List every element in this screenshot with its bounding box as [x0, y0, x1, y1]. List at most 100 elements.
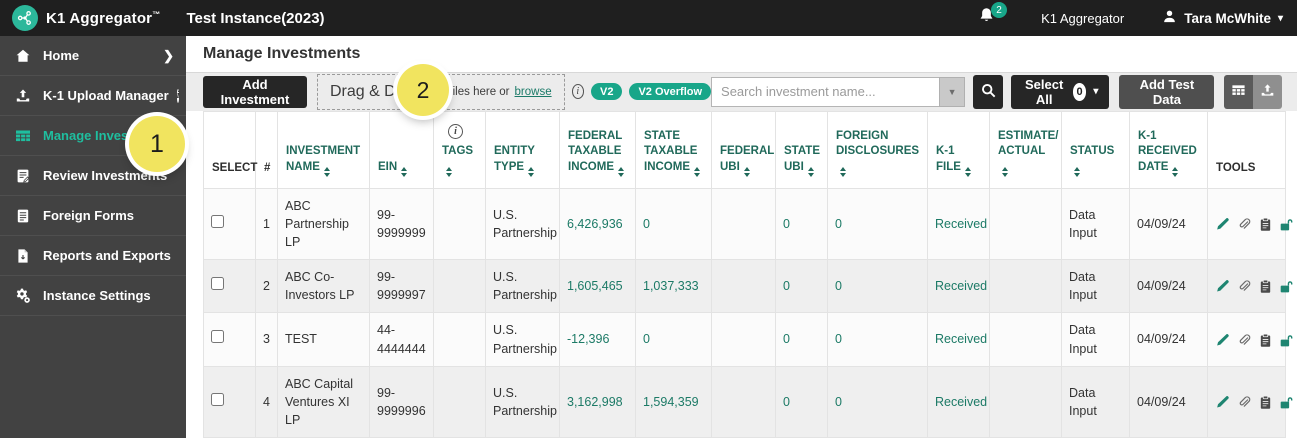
unlock-icon[interactable]: [1279, 333, 1294, 348]
edit-pencil-icon[interactable]: [1215, 333, 1230, 348]
cell-state-ubi: 0: [775, 259, 828, 314]
sort-icon[interactable]: [1002, 167, 1008, 177]
sort-icon[interactable]: [528, 167, 534, 177]
upload-view-button[interactable]: [1253, 74, 1282, 109]
col-header-federal-ubi[interactable]: FEDERAL UBI: [711, 110, 776, 189]
notification-count-badge: 2: [991, 2, 1008, 18]
col-header-ein[interactable]: EIN: [369, 110, 434, 189]
col-header-tags[interactable]: i TAGS: [433, 110, 486, 189]
add-test-data-button[interactable]: Add Test Data: [1119, 74, 1215, 109]
cell-federal-ubi: [711, 312, 776, 367]
clipboard-icon[interactable]: [1258, 279, 1273, 294]
attachment-paperclip-icon[interactable]: [1236, 395, 1251, 410]
table-grid-icon: [14, 127, 31, 144]
user-menu[interactable]: Tara McWhite ▾: [1162, 9, 1283, 27]
sort-icon[interactable]: [446, 167, 452, 177]
row-select-checkbox[interactable]: [211, 330, 224, 344]
cell-federal-taxable-income: 3,162,998: [559, 365, 636, 438]
cell-entity-type: U.S. Partnership: [485, 187, 560, 261]
attachment-paperclip-icon[interactable]: [1236, 279, 1251, 294]
attachment-paperclip-icon[interactable]: [1236, 333, 1251, 348]
add-investment-button[interactable]: Add Investment: [203, 75, 307, 108]
col-header-estimate-actual[interactable]: ESTIMATE/ ACTUAL: [989, 110, 1062, 189]
upload-tray-icon: [14, 87, 31, 104]
sidebar-item-foreign-forms[interactable]: Foreign Forms: [0, 196, 186, 236]
info-icon[interactable]: i: [571, 84, 584, 100]
cell-tags: [433, 312, 486, 367]
gear-icon: [14, 287, 31, 304]
col-header-foreign-disclosures[interactable]: FOREIGN DISCLOSURES: [827, 110, 928, 189]
notifications-button[interactable]: 2: [978, 2, 1008, 29]
cell-estimate-actual: [989, 187, 1062, 261]
browse-link[interactable]: browse: [515, 86, 552, 98]
select-all-button[interactable]: Select All 0 ▾: [1011, 74, 1110, 109]
investments-table: SELECT # INVESTMENT NAME EIN i TAGS ENTI…: [203, 110, 1293, 438]
sort-icon[interactable]: [401, 167, 407, 177]
sort-icon[interactable]: [965, 167, 971, 177]
clipboard-icon[interactable]: [1258, 333, 1273, 348]
clipboard-icon[interactable]: [1258, 395, 1273, 410]
edit-pencil-icon[interactable]: [1215, 279, 1230, 294]
sort-icon[interactable]: [840, 167, 846, 177]
cell-k1-file[interactable]: Received: [927, 312, 990, 367]
page-title: Manage Investments: [203, 44, 361, 62]
cell-entity-type: U.S. Partnership: [485, 259, 560, 314]
cell-k1-file[interactable]: Received: [927, 259, 990, 314]
sort-icon[interactable]: [1172, 167, 1178, 177]
cell-ein: 99-9999999: [369, 187, 434, 261]
search-input[interactable]: [711, 76, 940, 107]
edit-pencil-icon[interactable]: [1215, 217, 1230, 232]
unlock-icon[interactable]: [1279, 217, 1294, 232]
row-select-checkbox[interactable]: [211, 392, 224, 406]
cell-ein: 99-9999996: [369, 365, 434, 438]
col-header-investment-name[interactable]: INVESTMENT NAME: [277, 110, 370, 189]
clipboard-icon[interactable]: [1258, 217, 1273, 232]
col-header-k1-file[interactable]: K-1 FILE: [927, 110, 990, 189]
investments-table-band: SELECT # INVESTMENT NAME EIN i TAGS ENTI…: [186, 110, 1297, 438]
sort-icon[interactable]: [1074, 167, 1080, 177]
chevron-right-icon: ❯: [163, 47, 174, 63]
cell-investment-name: TEST: [277, 312, 370, 367]
sidebar-item-k1-upload-manager[interactable]: K-1 Upload Manager i: [0, 76, 186, 116]
row-select-checkbox[interactable]: [211, 277, 224, 291]
sort-icon[interactable]: [808, 167, 814, 177]
info-icon[interactable]: i: [448, 124, 463, 140]
cell-federal-ubi: [711, 187, 776, 261]
search-button[interactable]: [973, 74, 1004, 109]
chevron-down-icon: ▾: [1093, 86, 1099, 98]
unlock-icon[interactable]: [1279, 395, 1294, 410]
unlock-icon[interactable]: [1279, 279, 1294, 294]
cell-status: Data Input: [1061, 259, 1130, 314]
edit-pencil-icon[interactable]: [1215, 395, 1230, 410]
cell-number: 1: [255, 187, 278, 261]
col-header-federal-taxable-income[interactable]: FEDERAL TAXABLE INCOME: [559, 110, 636, 189]
col-header-state-ubi[interactable]: STATE UBI: [775, 110, 828, 189]
cell-federal-ubi: [711, 365, 776, 438]
cell-k1-file[interactable]: Received: [927, 187, 990, 261]
info-icon[interactable]: i: [176, 88, 180, 103]
sidebar-item-home[interactable]: Home ❯: [0, 36, 186, 76]
v2-overflow-badge[interactable]: V2 Overflow: [629, 83, 712, 101]
cell-k1-received-date: 04/09/24: [1129, 312, 1208, 367]
sidebar-item-reports-and-exports[interactable]: Reports and Exports: [0, 236, 186, 276]
sort-icon[interactable]: [694, 167, 700, 177]
cell-tools: [1207, 259, 1293, 314]
v2-badge[interactable]: V2: [590, 83, 623, 101]
sort-icon[interactable]: [744, 167, 750, 177]
cell-select: [203, 365, 256, 438]
cell-investment-name: ABC Partnership LP: [277, 187, 370, 261]
col-header-state-taxable-income[interactable]: STATE TAXABLE INCOME: [635, 110, 712, 189]
attachment-paperclip-icon[interactable]: [1236, 217, 1251, 232]
col-header-entity-type[interactable]: ENTITY TYPE: [485, 110, 560, 189]
cell-entity-type: U.S. Partnership: [485, 312, 560, 367]
sort-icon[interactable]: [324, 167, 330, 177]
sidebar-item-instance-settings[interactable]: Instance Settings: [0, 276, 186, 316]
col-header-k1-received-date[interactable]: K-1 RECEIVED DATE: [1129, 110, 1208, 189]
app-name-link[interactable]: K1 Aggregator: [1041, 11, 1124, 26]
col-header-status[interactable]: STATUS: [1061, 110, 1130, 189]
table-view-button[interactable]: [1224, 74, 1254, 109]
cell-k1-file[interactable]: Received: [927, 365, 990, 438]
search-options-dropdown[interactable]: ▼: [939, 76, 966, 107]
row-select-checkbox[interactable]: [211, 214, 224, 228]
sort-icon[interactable]: [618, 167, 624, 177]
